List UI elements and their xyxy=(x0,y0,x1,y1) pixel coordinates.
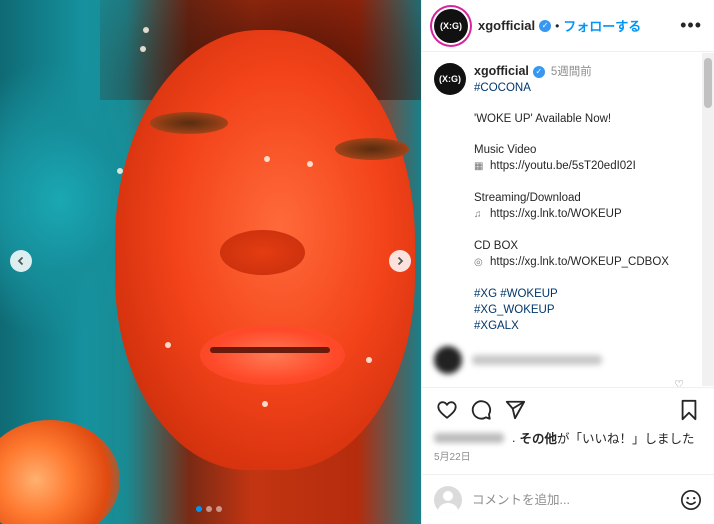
hashtag-link[interactable]: #XG #WOKEUP xyxy=(474,286,669,302)
bookmark-icon xyxy=(681,399,697,420)
commenter-avatar[interactable] xyxy=(434,346,462,374)
media-lips xyxy=(200,325,345,385)
comment-button[interactable] xyxy=(468,397,494,423)
carousel-dot xyxy=(216,506,222,512)
comment-text-blurred xyxy=(472,355,602,365)
save-button[interactable] xyxy=(676,397,702,423)
caption-line: CD BOX xyxy=(474,240,519,252)
likes-suffix: が「いいね！」しました xyxy=(557,432,695,446)
media-droplet xyxy=(262,401,268,407)
caption-text: xgofficial ✓ 5週間前 #COCONA 'WOKE UP' Availa… xyxy=(474,63,669,334)
follow-button[interactable]: フォローする xyxy=(563,16,641,35)
media-droplet xyxy=(143,27,149,33)
media-droplet xyxy=(366,357,372,363)
author-username[interactable]: xgofficial xyxy=(478,18,535,33)
likes-others-link[interactable]: その他 xyxy=(519,428,557,447)
post-header: (X:G) xgofficial ✓ • フォローする ••• xyxy=(422,0,714,52)
carousel-next-button[interactable] xyxy=(389,250,411,272)
hashtag-link[interactable]: #XG_WOKEUP xyxy=(474,302,669,318)
headphones-icon: ♫ xyxy=(474,209,482,220)
caption-link[interactable]: https://xg.lnk.to/WOKEUP_CDBOX xyxy=(490,256,669,268)
carousel-dots xyxy=(196,506,222,512)
media-droplet xyxy=(307,161,313,167)
current-user-avatar xyxy=(434,485,462,514)
post-actions-bar xyxy=(422,387,714,431)
post-media-image[interactable] xyxy=(0,0,421,524)
chevron-left-icon xyxy=(17,256,24,266)
comment-bubble-icon xyxy=(471,399,492,420)
caption-line: Streaming/Download xyxy=(474,192,581,204)
post-date[interactable]: 5月22日 xyxy=(434,448,471,463)
caption-link[interactable]: https://xg.lnk.to/WOKEUP xyxy=(490,208,622,220)
carousel-dot xyxy=(196,506,202,512)
carousel-prev-button[interactable] xyxy=(10,250,32,272)
heart-icon xyxy=(437,400,457,419)
media-coral xyxy=(0,420,120,524)
author-avatar[interactable]: (X:G) xyxy=(434,8,468,43)
caption-author-avatar[interactable]: (X:G) xyxy=(434,63,466,95)
verified-badge-icon: ✓ xyxy=(539,19,552,32)
liker-name-blurred[interactable] xyxy=(434,432,504,443)
hashtag-link[interactable]: #XGALX xyxy=(474,318,669,334)
media-droplet xyxy=(140,46,146,52)
more-options-icon[interactable]: ••• xyxy=(680,15,702,36)
media-droplet xyxy=(165,342,171,348)
share-button[interactable] xyxy=(502,397,528,423)
caption-link[interactable]: https://youtu.be/5sT20edI02I xyxy=(490,160,636,172)
header-separator: • xyxy=(555,18,560,33)
caption-username[interactable]: xgofficial xyxy=(474,64,529,78)
caption-area: (X:G) xgofficial ✓ 5週間前 #COCONA 'WOKE UP' … xyxy=(422,53,714,386)
comment-input[interactable] xyxy=(472,492,680,507)
likes-summary: . その他 が「いいね！」しました xyxy=(434,428,695,447)
avatar-logo-text: (X:G) xyxy=(439,74,461,84)
media-eye-right xyxy=(335,138,409,160)
send-paper-plane-icon xyxy=(505,400,526,419)
cd-icon: ◎ xyxy=(474,257,483,268)
post-side-panel: (X:G) xgofficial ✓ • フォローする ••• (X:G) xg… xyxy=(421,0,714,524)
caption-line: 'WOKE UP' Available Now! xyxy=(474,113,612,125)
carousel-dot xyxy=(206,506,212,512)
comment-item-blurred xyxy=(434,346,602,374)
caption-line: Music Video xyxy=(474,144,537,156)
media-nose xyxy=(220,230,305,275)
like-button[interactable] xyxy=(434,397,460,423)
film-icon: ▦ xyxy=(474,161,484,172)
emoji-smile-icon[interactable] xyxy=(680,489,702,511)
media-droplet xyxy=(117,168,123,174)
comment-composer xyxy=(422,474,714,524)
media-droplet xyxy=(264,156,270,162)
verified-badge-icon: ✓ xyxy=(532,65,545,78)
avatar-logo-text: (X:G) xyxy=(440,20,462,31)
hashtag-link[interactable]: #COCONA xyxy=(474,80,669,96)
media-mouth xyxy=(210,347,330,353)
media-eye-left xyxy=(150,112,228,134)
chevron-right-icon xyxy=(397,256,404,266)
caption-time[interactable]: 5週間前 xyxy=(551,66,592,78)
caption-row: (X:G) xgofficial ✓ 5週間前 #COCONA 'WOKE UP' … xyxy=(434,63,702,334)
